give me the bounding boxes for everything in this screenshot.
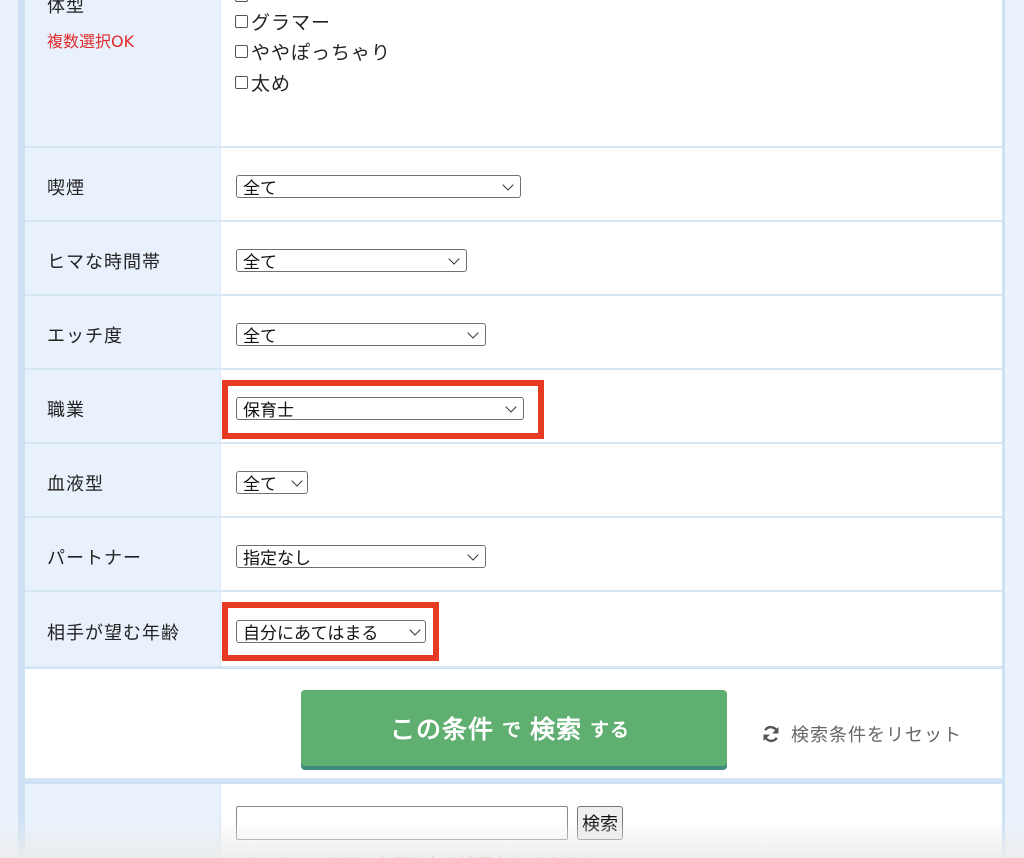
selected-value: 全て [243, 253, 277, 273]
chevron-down-icon [448, 252, 460, 265]
value-cell: 全て [221, 296, 1002, 368]
chevron-down-icon [467, 326, 479, 339]
selected-value: 指定なし [243, 549, 311, 569]
row-partner: パートナー 指定なし [25, 518, 1002, 592]
label-cell: 職業 [25, 370, 221, 442]
checkbox[interactable] [235, 14, 248, 28]
checkbox-option-hidden[interactable] [235, 0, 251, 8]
label-cell: 喫煙 [25, 148, 221, 220]
row-body-type: 体型 複数選択OK グラマー ややぽっちゃり 太め [25, 0, 1002, 148]
value-cell: 全て [221, 148, 1002, 220]
row-occupation: 職業 保育士 [25, 370, 1002, 444]
reset-conditions-link[interactable]: 検索条件をリセット [761, 721, 962, 747]
search-action-row: この条件 で 検索 する 検索条件をリセット [25, 669, 1002, 781]
value-cell: 自分にあてはまる [221, 592, 1002, 666]
keyword-search-button[interactable]: 検索 [577, 806, 623, 840]
selected-value: 全て [243, 475, 277, 495]
checkbox-label: 太め [251, 72, 292, 95]
row-label: ヒマな時間帯 [47, 252, 161, 273]
label-cell: ヒマな時間帯 [25, 222, 221, 294]
label-cell: 血液型 [25, 444, 221, 516]
blood-type-select[interactable]: 全て [236, 471, 308, 495]
keyword-note: ※1つのワードは2文字以上で検索をしてください [236, 850, 611, 858]
value-cell: グラマー ややぽっちゃり 太め [221, 0, 1002, 146]
value-cell: 全て [221, 444, 1002, 516]
selected-value: 保育士 [243, 401, 294, 421]
label-cell: パートナー [25, 518, 221, 590]
checkbox-option-heavy[interactable]: 太め [235, 69, 291, 95]
checkbox[interactable] [235, 75, 248, 89]
label-cell: エッチ度 [25, 296, 221, 368]
refresh-icon [763, 726, 779, 742]
chevron-down-icon [467, 548, 479, 561]
row-label: エッチ度 [47, 326, 123, 347]
value-cell: 全て [221, 222, 1002, 294]
row-desired-age: 相手が望む年齢 自分にあてはまる [25, 592, 1002, 668]
button-text-4: する [590, 718, 631, 741]
chevron-down-icon [291, 474, 303, 487]
value-cell: 保育士 [221, 370, 1002, 442]
desired-age-select[interactable]: 自分にあてはまる [236, 620, 426, 644]
chevron-down-icon [409, 623, 421, 636]
label-cell: 相手が望む年齢 [25, 592, 221, 666]
value-cell: 指定なし [221, 518, 1002, 590]
row-smoking: 喫煙 全て [25, 148, 1002, 222]
row-ecchi-level: エッチ度 全て [25, 296, 1002, 370]
row-label: 喫煙 [47, 178, 85, 199]
row-label: 体型 [47, 0, 85, 17]
checkbox[interactable] [235, 0, 248, 2]
selected-value: 自分にあてはまる [243, 624, 379, 644]
button-text-2: で [501, 718, 522, 741]
checkbox[interactable] [235, 44, 248, 58]
checkbox-label: ややぽっちゃり [251, 41, 392, 64]
free-time-select[interactable]: 全て [236, 249, 467, 273]
multi-select-note: 複数選択OK [47, 32, 135, 51]
row-label: 血液型 [47, 474, 104, 495]
button-text-3: 検索 [530, 715, 583, 744]
occupation-select[interactable]: 保育士 [236, 397, 524, 421]
label-cell [25, 784, 221, 858]
smoking-select[interactable]: 全て [236, 175, 521, 199]
selected-value: 全て [243, 179, 277, 199]
checkbox-option-glamour[interactable]: グラマー [235, 8, 331, 34]
row-label: パートナー [47, 548, 142, 569]
button-text-1: この条件 [389, 715, 494, 744]
row-keyword: 検索 ※1つのワードは2文字以上で検索をしてください [25, 784, 1002, 858]
value-cell: 検索 ※1つのワードは2文字以上で検索をしてください [221, 784, 1002, 858]
ecchi-level-select[interactable]: 全て [236, 323, 486, 347]
search-form-page: 体型 複数選択OK グラマー ややぽっちゃり 太め 喫煙 全て ヒマな時間帯 全… [0, 0, 1024, 858]
row-blood-type: 血液型 全て [25, 444, 1002, 518]
partner-select[interactable]: 指定なし [236, 545, 486, 569]
selected-value: 全て [243, 327, 277, 347]
row-label: 相手が望む年齢 [47, 623, 180, 644]
search-submit-button[interactable]: この条件 で 検索 する [301, 690, 727, 766]
keyword-input[interactable] [236, 806, 568, 840]
label-cell: 体型 複数選択OK [25, 0, 221, 146]
checkbox-option-chubby[interactable]: ややぽっちゃり [235, 38, 391, 64]
checkbox-label: グラマー [251, 11, 332, 34]
chevron-down-icon [505, 400, 517, 413]
chevron-down-icon [502, 178, 514, 191]
reset-label: 検索条件をリセット [791, 725, 962, 746]
row-label: 職業 [47, 400, 85, 421]
row-free-time: ヒマな時間帯 全て [25, 222, 1002, 296]
